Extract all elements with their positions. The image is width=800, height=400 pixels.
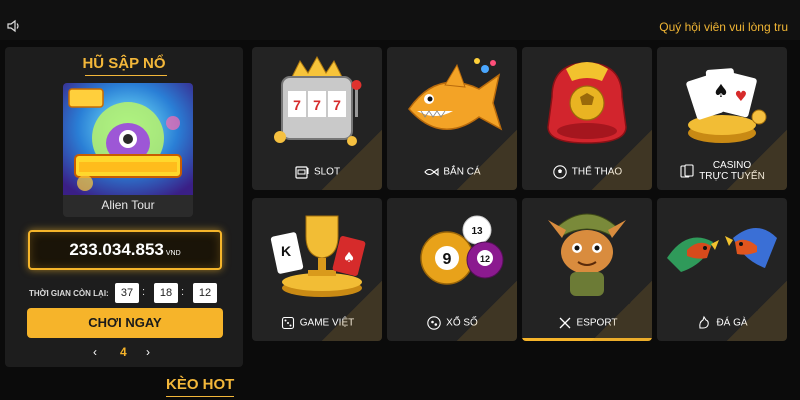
category-label: ESPORT <box>522 315 652 331</box>
category-lottery[interactable]: 13 9 12 XỔ SỐ <box>387 198 517 341</box>
category-game-viet[interactable]: K ♠ GAME VIỆT <box>252 198 382 341</box>
category-slot[interactable]: 7 7 7 SLOT <box>252 47 382 190</box>
category-label: ĐÁ GÀ <box>657 315 787 331</box>
announcement-marquee: Quý hội viên vui lòng tru <box>659 20 788 34</box>
time-separator: : <box>142 286 146 298</box>
svg-text:K: K <box>281 243 291 259</box>
rooster-illustration <box>667 228 777 272</box>
time-minutes: 18 <box>154 283 178 303</box>
svg-text:9: 9 <box>443 251 452 268</box>
time-remaining-label: THỜI GIAN CÒN LẠI: <box>29 289 109 298</box>
category-sports[interactable]: THỂ THAO <box>522 47 652 190</box>
category-cockfight[interactable]: ĐÁ GÀ <box>657 198 787 341</box>
play-now-button[interactable]: CHƠI NGAY <box>27 308 223 338</box>
speaker-icon[interactable] <box>6 18 22 34</box>
svg-text:♠: ♠ <box>343 250 356 266</box>
football-icon <box>553 165 567 179</box>
time-hours: 37 <box>115 283 139 303</box>
billiard-balls-illustration: 13 9 12 <box>420 215 504 285</box>
section-title-keo-hot: KÈO HOT <box>166 376 235 393</box>
jackpot-game-card[interactable]: Alien Tour <box>63 83 193 217</box>
active-indicator <box>522 338 652 341</box>
title-underline <box>85 75 167 76</box>
sports-chair-illustration <box>547 62 627 144</box>
alien-tour-thumbnail <box>63 83 193 195</box>
jackpot-amount: 233.034.853 <box>69 240 164 259</box>
jackpot-game-name: Alien Tour <box>101 198 155 212</box>
svg-text:7: 7 <box>333 97 341 113</box>
jackpot-title: HŨ SẬP NỔ <box>82 55 166 72</box>
category-label: BẮN CÁ <box>387 164 517 180</box>
jackpot-amount-box: 233.034.853 VND <box>28 230 222 270</box>
time-seconds: 12 <box>193 283 217 303</box>
prev-page-button[interactable]: ‹ <box>93 345 97 359</box>
jackpot-panel: HŨ SẬP NỔ Alien Tour 233.034.853 VND THỜ… <box>5 47 243 367</box>
category-casino[interactable]: ♠ ♥ CASINO TRỰC TUYẾN <box>657 47 787 190</box>
casino-cards-illustration: ♠ ♥ <box>686 68 767 143</box>
esport-character-illustration <box>548 213 626 296</box>
svg-text:7: 7 <box>313 97 321 113</box>
category-label: SLOT <box>252 164 382 180</box>
page-number: 4 <box>120 345 127 359</box>
svg-text:♠: ♠ <box>713 81 729 102</box>
category-label: THỂ THAO <box>522 164 652 180</box>
section-title-underline <box>166 396 234 397</box>
category-label: XỔ SỐ <box>387 315 517 331</box>
dice-icon <box>281 316 294 330</box>
slot-machine-illustration: 7 7 7 <box>274 55 362 146</box>
svg-text:12: 12 <box>480 254 490 264</box>
category-esport[interactable]: ESPORT <box>522 198 652 341</box>
swords-icon <box>559 317 570 329</box>
category-label: GAME VIỆT <box>252 315 382 331</box>
category-label: CASINO TRỰC TUYẾN <box>657 160 787 182</box>
currency-unit: VND <box>165 250 181 257</box>
fish-illustration <box>408 58 503 131</box>
svg-text:7: 7 <box>293 97 301 113</box>
slot-machine-icon <box>295 166 309 179</box>
category-fishing[interactable]: BẮN CÁ <box>387 47 517 190</box>
top-bar: Quý hội viên vui lòng tru <box>0 0 800 40</box>
lottery-icon <box>427 316 441 330</box>
fish-icon <box>424 167 439 177</box>
time-separator: : <box>181 286 185 298</box>
rooster-icon <box>699 315 710 329</box>
cards-icon <box>680 164 694 178</box>
svg-text:13: 13 <box>471 226 483 237</box>
trophy-cards-illustration: K ♠ <box>270 215 366 297</box>
svg-text:♥: ♥ <box>735 89 748 105</box>
next-page-button[interactable]: › <box>146 345 150 359</box>
